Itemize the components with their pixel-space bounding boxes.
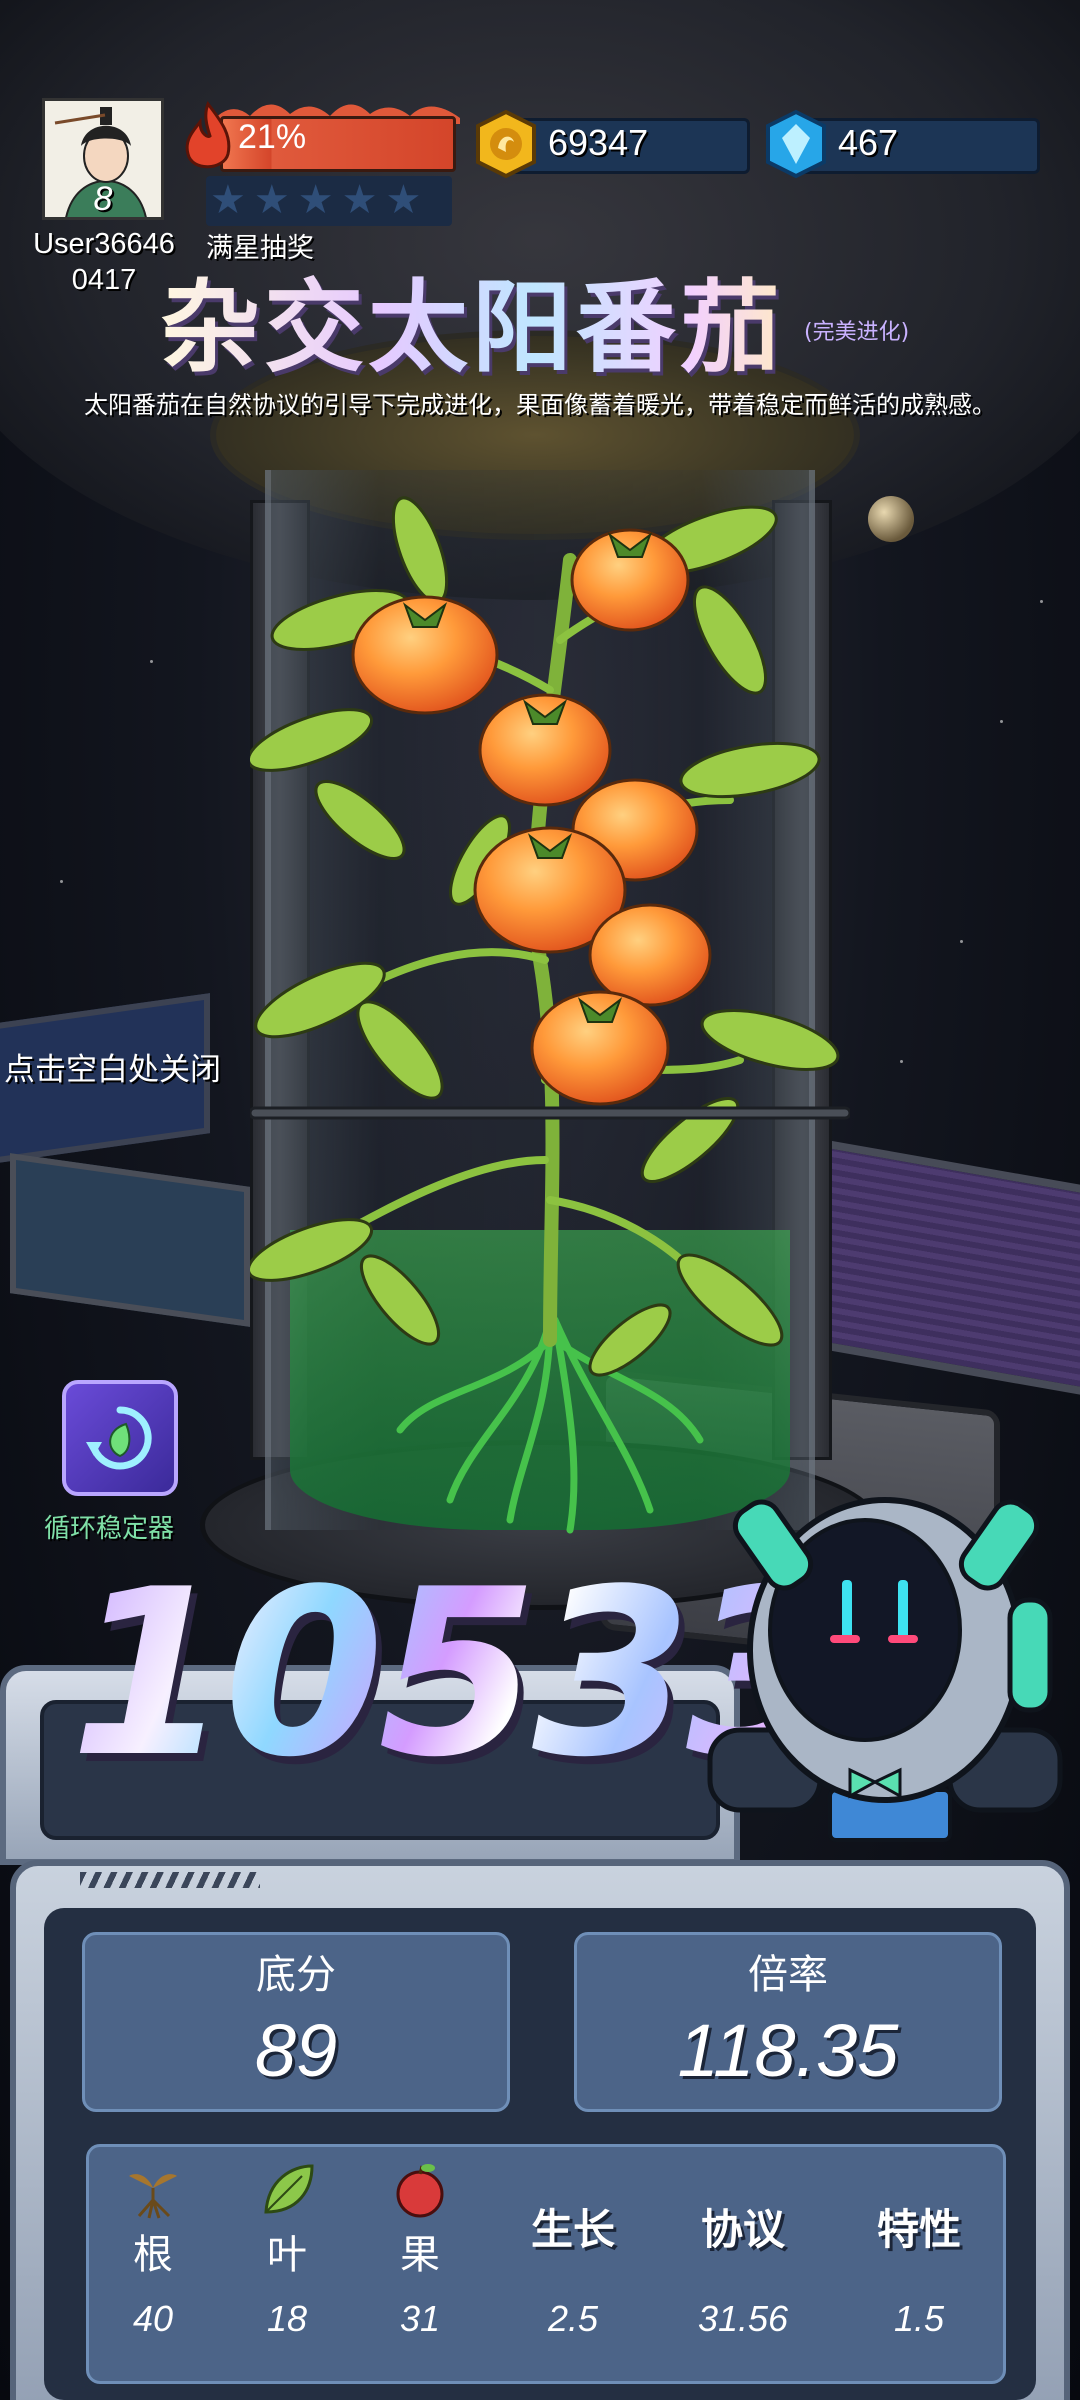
evolution-tag: (完美进化) (804, 320, 910, 345)
attr-leaf-value: 18 (266, 2298, 308, 2339)
attr-protocol-label: 协议 (700, 2205, 785, 2254)
bg-star (1000, 720, 1003, 723)
player-level: 8 (93, 180, 113, 218)
coin-count: 69347 (548, 122, 649, 163)
star-empty-icon: ★ (341, 177, 378, 223)
tomato (530, 990, 670, 1106)
tomato-plant (250, 496, 850, 1534)
left-console-screen (10, 1153, 250, 1327)
attr-growth-label: 生长 (530, 2205, 615, 2254)
star-empty-icon: ★ (297, 177, 334, 223)
star-empty-icon: ★ (210, 177, 246, 223)
gem-count: 467 (838, 122, 899, 163)
bg-star (60, 880, 63, 883)
bg-star (900, 1060, 903, 1063)
bg-star (1040, 600, 1043, 603)
base-score-value: 89 (254, 2009, 338, 2092)
attr-fruit-label: 果 (400, 2232, 440, 2278)
heat-percent: 21% (238, 118, 307, 156)
tomato (570, 528, 690, 632)
plant-roots (396, 1316, 704, 1534)
leaf-icon (264, 2164, 314, 2214)
base-score-label: 底分 (256, 1952, 336, 1998)
attr-trait-label: 特性 (876, 2205, 961, 2254)
attributes-box (86, 2144, 1006, 2384)
star-empty-icon: ★ (385, 177, 422, 223)
close-hint: 点击空白处关闭 (4, 1052, 221, 1088)
gem-icon (766, 109, 826, 179)
tomato (478, 693, 612, 807)
plant-description: 太阳番茄在自然协议的引导下完成进化，果面像蓄着暖光，带着稳定而鲜活的成熟感。 (84, 391, 996, 419)
cycle-stabilizer-label: 循环稳定器 (44, 1514, 175, 1544)
apple-icon (396, 2164, 444, 2218)
multiplier-value: 118.35 (677, 2009, 899, 2092)
bg-star (150, 660, 153, 663)
tomato (588, 903, 712, 1007)
attr-leaf-label: 叶 (267, 2232, 307, 2278)
star-empty-icon: ★ (253, 177, 290, 223)
satellite-orb (868, 496, 914, 542)
coin-icon (476, 109, 536, 179)
fire-icon (185, 101, 231, 169)
attr-fruit-value: 31 (399, 2298, 441, 2339)
plant-name: 杂交太阳番茄 (160, 246, 784, 391)
bg-star (960, 940, 963, 943)
cycle-stabilizer-button[interactable] (62, 1380, 178, 1496)
attr-root-label: 根 (133, 2232, 173, 2278)
star-rating: ★ ★ ★ ★ ★ (206, 176, 452, 226)
multiplier-label: 倍率 (748, 1952, 828, 1998)
robot-mascot (707, 1497, 1063, 1842)
tomato (351, 595, 499, 715)
panel-stripes (80, 1872, 260, 1888)
tube-clamp (250, 1106, 850, 1120)
attr-root-value: 40 (132, 2298, 174, 2339)
tomato-fruits (351, 528, 712, 1106)
leaf-cycle-icon (86, 1406, 152, 1470)
attr-protocol-value: 31.56 (697, 2298, 789, 2339)
root-sprout-icon (129, 2174, 177, 2219)
attr-trait-value: 1.5 (893, 2298, 945, 2339)
attr-growth-value: 2.5 (547, 2298, 599, 2339)
